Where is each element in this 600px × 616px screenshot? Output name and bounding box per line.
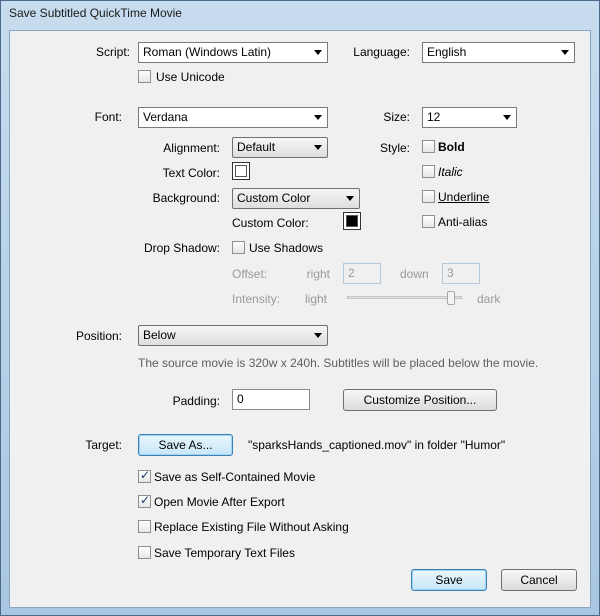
self-contained-label: Save as Self-Contained Movie [154,470,316,484]
offset-down-input[interactable]: 3 [442,263,480,284]
offset-right-input[interactable]: 2 [343,263,381,284]
open-after-export-label: Open Movie After Export [154,495,285,509]
custom-color-swatch[interactable] [343,212,361,230]
font-select-value: Verdana [143,110,188,124]
replace-existing-checkbox[interactable] [138,520,151,533]
antialias-label: Anti-alias [438,215,488,229]
background-select[interactable]: Custom Color [232,188,360,209]
save-temp-files-checkbox[interactable] [138,546,151,559]
size-label: Size: [383,110,410,124]
alignment-select-value: Default [237,140,276,154]
script-select[interactable]: Roman (Windows Latin) [138,42,328,63]
custom-color-fill [346,215,358,227]
target-label: Target: [85,438,122,452]
intensity-light-label: light [305,292,328,306]
italic-checkbox[interactable] [422,165,435,178]
antialias-checkbox[interactable] [422,215,435,228]
language-label: Language: [353,45,410,59]
use-shadows-checkbox[interactable] [232,241,245,254]
chevron-down-icon [314,333,322,338]
drop-shadow-label: Drop Shadow: [143,241,220,255]
position-select[interactable]: Below [138,325,328,346]
replace-existing-label: Replace Existing File Without Asking [154,520,349,534]
open-after-export-checkbox[interactable] [138,493,151,508]
underline-checkbox[interactable] [422,190,435,203]
text-color-fill [235,165,247,177]
alignment-select[interactable]: Default [232,137,328,158]
font-select[interactable]: Verdana [138,107,328,128]
underline-label: Underline [438,190,490,204]
offset-right-label: right [306,267,330,281]
self-contained-checkbox[interactable] [138,468,151,483]
chevron-down-icon [314,115,322,120]
text-color-swatch[interactable] [232,162,250,180]
size-select-value: 12 [427,110,441,124]
position-label: Position: [75,329,122,343]
position-select-value: Below [143,328,176,342]
style-label: Style: [379,141,410,155]
bold-checkbox[interactable] [422,140,435,153]
offset-down-label: down [400,267,429,281]
script-select-value: Roman (Windows Latin) [143,45,272,59]
language-select[interactable]: English [422,42,575,63]
window-title: Save Subtitled QuickTime Movie [9,6,182,20]
font-label: Font: [94,110,122,124]
script-label: Script: [95,45,130,59]
padding-input[interactable]: 0 [232,389,310,410]
save-as-button[interactable]: Save As... [138,434,233,456]
custom-color-label: Custom Color: [232,216,309,230]
position-note: The source movie is 320w x 240h. Subtitl… [138,356,539,370]
intensity-dark-label: dark [477,292,501,306]
use-unicode-label: Use Unicode [156,70,225,84]
offset-label: Offset: [232,267,268,281]
target-filename: "sparksHands_captioned.mov" in folder "H… [248,438,506,452]
chevron-down-icon [314,145,322,150]
dialog-window: Save Subtitled QuickTime Movie Script: R… [0,0,600,616]
chevron-down-icon [346,196,354,201]
save-temp-files-label: Save Temporary Text Files [154,546,295,560]
background-label: Background: [152,191,220,205]
alignment-label: Alignment: [163,141,220,155]
intensity-slider[interactable] [347,290,462,306]
use-unicode-checkbox[interactable] [138,70,151,83]
dialog-client-area: Script: Roman (Windows Latin) Language: … [9,30,591,608]
intensity-slider-track [347,296,462,299]
background-select-value: Custom Color [237,191,311,205]
intensity-slider-thumb[interactable] [447,291,455,305]
use-shadows-label: Use Shadows [249,241,324,255]
language-select-value: English [427,45,467,59]
intensity-label: Intensity: [232,292,281,306]
padding-label: Padding: [172,394,220,408]
save-button[interactable]: Save [411,569,487,591]
size-select[interactable]: 12 [422,107,517,128]
chevron-down-icon [503,115,511,120]
bold-label: Bold [438,140,465,154]
customize-position-button[interactable]: Customize Position... [343,389,497,411]
cancel-button[interactable]: Cancel [501,569,577,591]
text-color-label: Text Color: [162,166,220,180]
chevron-down-icon [561,50,569,55]
italic-label: Italic [438,165,463,179]
